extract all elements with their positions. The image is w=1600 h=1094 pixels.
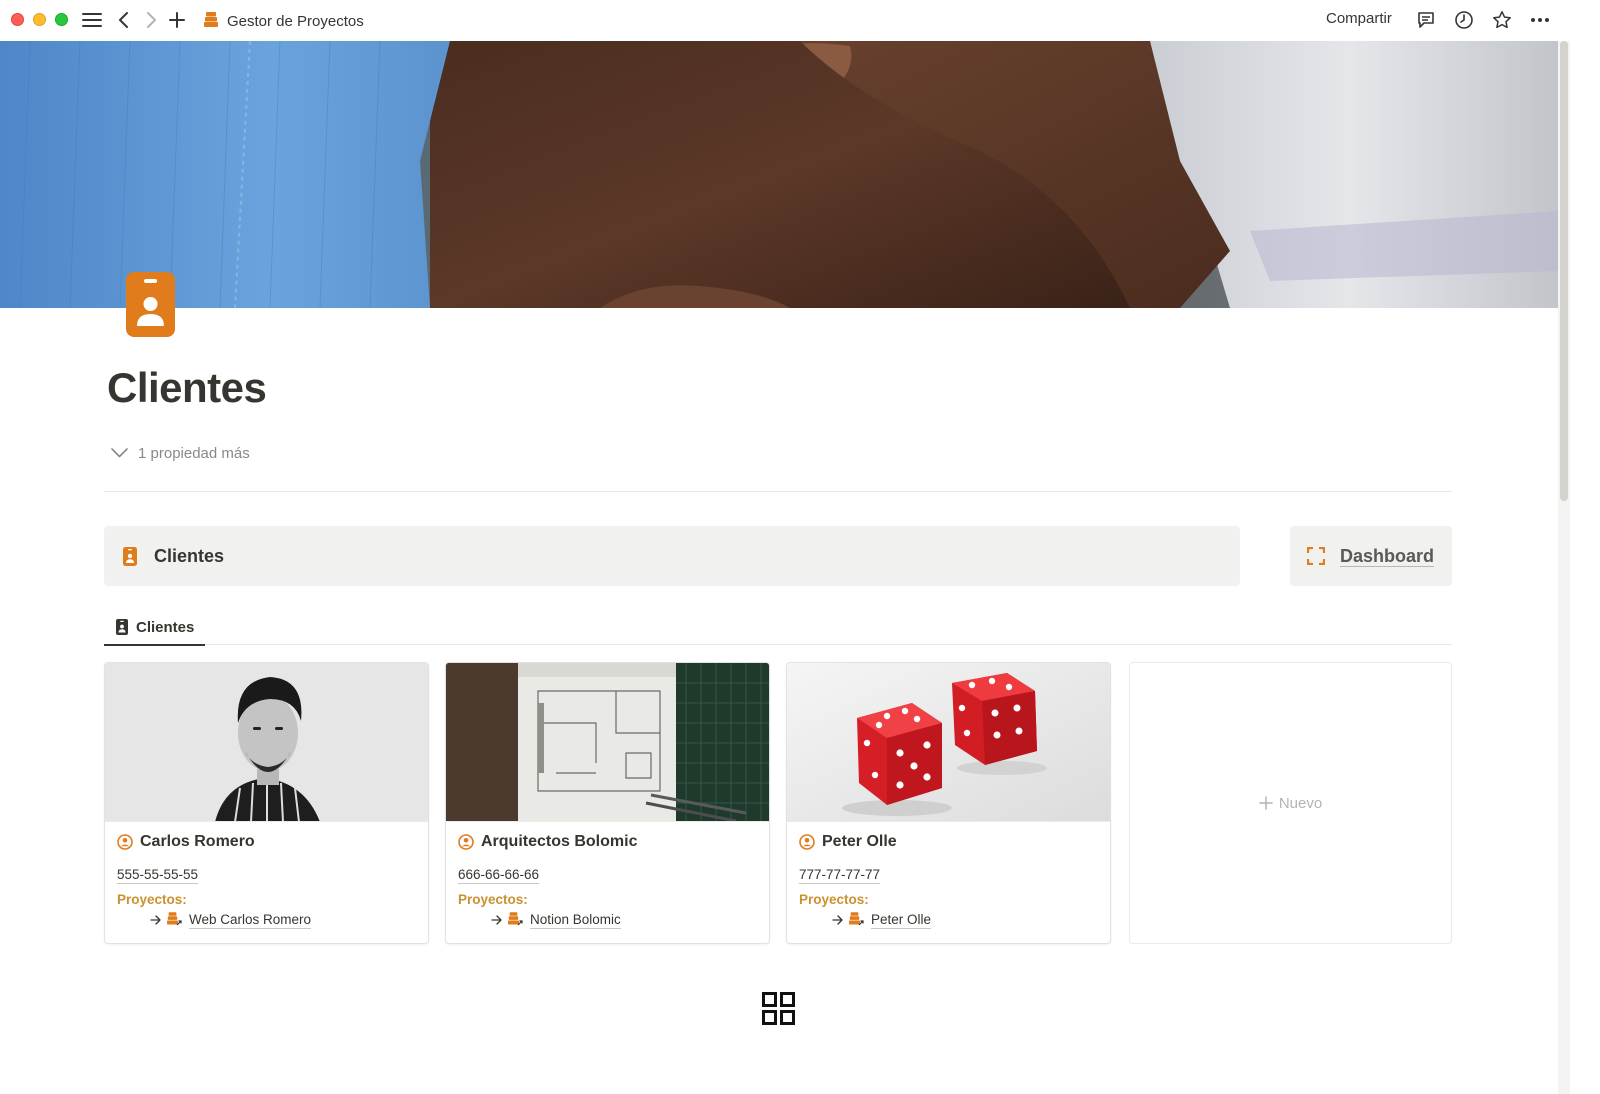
client-card[interactable]: Carlos Romero 555-55-55-55 Proyectos: We…: [104, 662, 429, 944]
close-window-button[interactable]: [11, 13, 24, 26]
page-title: Clientes: [107, 364, 267, 411]
client-name: Carlos Romero: [140, 833, 255, 850]
client-card[interactable]: Peter Olle 777-77-77-77 Proyectos: Peter…: [786, 662, 1111, 944]
contact-badge-icon: [116, 619, 128, 635]
dashboard-label: Dashboard: [1340, 545, 1435, 567]
plus-icon: [1259, 796, 1273, 810]
projects-label: Proyectos:: [799, 892, 869, 907]
client-phone[interactable]: 777-77-77-77: [799, 867, 881, 884]
history-icon[interactable]: [1452, 8, 1476, 32]
menu-icon[interactable]: [80, 8, 104, 32]
contact-badge-icon[interactable]: [126, 272, 175, 337]
more-properties-toggle[interactable]: 1 propiedad más: [111, 445, 250, 462]
window-controls: [11, 13, 68, 26]
client-phone[interactable]: 555-55-55-55: [117, 867, 199, 884]
more-icon[interactable]: [1528, 8, 1552, 32]
project-name: Web Carlos Romero: [189, 911, 312, 929]
card-cover-dice: [787, 663, 1110, 822]
client-name: Arquitectos Bolomic: [481, 833, 638, 850]
chevron-down-icon: [111, 445, 128, 462]
maximize-window-button[interactable]: [55, 13, 68, 26]
client-phone[interactable]: 666-66-66-66: [458, 867, 540, 884]
breadcrumb[interactable]: Gestor de Proyectos: [203, 9, 364, 33]
comments-icon[interactable]: [1414, 8, 1438, 32]
projects-label: Proyectos:: [117, 892, 187, 907]
new-card-button[interactable]: Nuevo: [1129, 662, 1452, 944]
more-properties-label: 1 propiedad más: [138, 445, 250, 462]
back-icon[interactable]: [112, 8, 136, 32]
user-circle-icon: [458, 834, 474, 850]
card-cover-blueprint: [446, 663, 769, 822]
user-circle-icon: [799, 834, 815, 850]
client-card[interactable]: Arquitectos Bolomic 666-66-66-66 Proyect…: [445, 662, 770, 944]
project-name: Notion Bolomic: [530, 911, 621, 929]
tab-clientes[interactable]: Clientes: [104, 610, 205, 646]
arrow-right-icon: [832, 913, 844, 928]
arrow-right-icon: [491, 913, 503, 928]
divider: [104, 491, 1452, 492]
cover-image[interactable]: [0, 41, 1558, 308]
expand-corners-icon: [1307, 547, 1325, 565]
minimize-window-button[interactable]: [33, 13, 46, 26]
tab-label: Clientes: [136, 618, 195, 636]
dashboard-link[interactable]: Dashboard: [1290, 526, 1452, 586]
tabs-divider: [104, 644, 1452, 645]
arrow-right-icon: [150, 913, 162, 928]
projects-label: Proyectos:: [458, 892, 528, 907]
new-card-label: Nuevo: [1278, 794, 1323, 812]
project-stack-icon: [166, 911, 182, 929]
top-bar: Gestor de Proyectos Compartir: [0, 0, 1600, 41]
project-stack-icon: [507, 911, 523, 929]
forward-icon[interactable]: [139, 8, 163, 32]
breadcrumb-title: Gestor de Proyectos: [227, 12, 364, 30]
callout-label: Clientes: [154, 545, 225, 566]
clientes-callout[interactable]: Clientes: [104, 526, 1240, 586]
project-stack-icon: [203, 11, 219, 32]
project-link[interactable]: Peter Olle: [832, 911, 932, 929]
add-icon[interactable]: [165, 8, 189, 32]
grid-icon[interactable]: [762, 992, 795, 1025]
project-link[interactable]: Notion Bolomic: [491, 911, 621, 929]
card-cover-portrait: [105, 663, 428, 822]
project-stack-icon: [848, 911, 864, 929]
share-button[interactable]: Compartir: [1326, 10, 1392, 27]
scrollbar-thumb[interactable]: [1560, 41, 1568, 501]
star-icon[interactable]: [1490, 8, 1514, 32]
user-circle-icon: [117, 834, 133, 850]
contact-badge-icon: [123, 546, 137, 566]
project-name: Peter Olle: [871, 911, 932, 929]
client-name: Peter Olle: [822, 833, 897, 850]
project-link[interactable]: Web Carlos Romero: [150, 911, 312, 929]
